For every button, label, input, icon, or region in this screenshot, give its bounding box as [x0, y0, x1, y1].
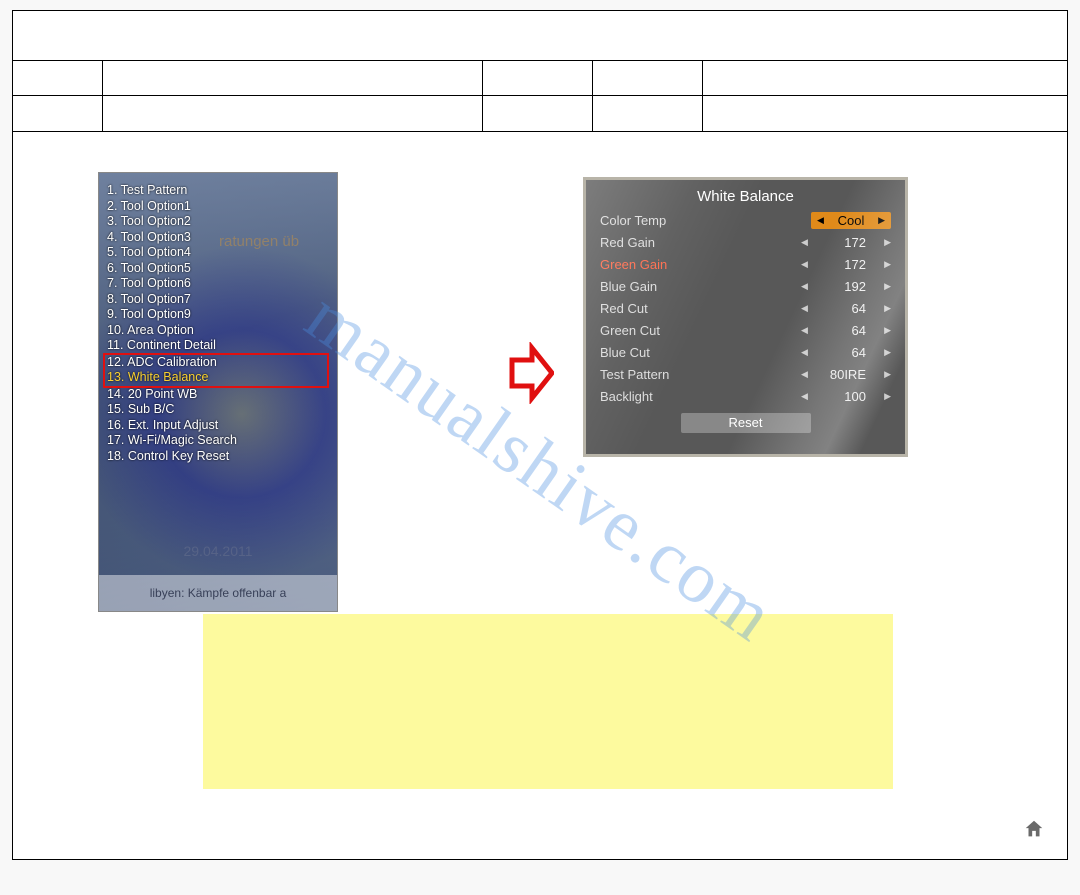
service-menu-item[interactable]: 14. 20 Point WB	[107, 387, 329, 403]
news-ticker: libyen: Kämpfe offenbar a	[99, 575, 337, 611]
service-menu-item[interactable]: 1. Test Pattern	[107, 183, 329, 199]
wb-setting-row[interactable]: Green Cut◀64▶	[586, 319, 905, 341]
service-menu-item[interactable]: 8. Tool Option7	[107, 292, 329, 308]
service-menu-item[interactable]: 12. ADC Calibration	[107, 355, 325, 371]
wb-setting-label: Test Pattern	[600, 367, 801, 382]
wb-setting-control[interactable]: ◀64▶	[801, 301, 891, 316]
wb-setting-label: Blue Cut	[600, 345, 801, 360]
wb-setting-row[interactable]: Red Cut◀64▶	[586, 297, 905, 319]
wb-setting-control[interactable]: ◀172▶	[801, 235, 891, 250]
wb-setting-control[interactable]: ◀64▶	[801, 323, 891, 338]
wb-setting-control[interactable]: ◀100▶	[801, 389, 891, 404]
wb-setting-row[interactable]: Backlight◀100▶	[586, 385, 905, 407]
wb-title: White Balance	[586, 180, 905, 209]
wb-setting-control[interactable]: ◀80IRE▶	[801, 367, 891, 382]
wb-setting-row[interactable]: Green Gain◀172▶	[586, 253, 905, 275]
service-menu-item[interactable]: 13. White Balance	[107, 370, 325, 386]
service-menu-item[interactable]: 9. Tool Option9	[107, 307, 329, 323]
left-tv-screenshot: ratungen üb 1. Test Pattern2. Tool Optio…	[98, 172, 338, 612]
wb-reset-button[interactable]: Reset	[681, 413, 811, 433]
service-menu-item[interactable]: 11. Continent Detail	[107, 338, 329, 354]
document-page: manualshive.com ratungen üb 1. Test Patt…	[12, 10, 1068, 860]
service-menu-item[interactable]: 3. Tool Option2	[107, 214, 329, 230]
service-menu-item[interactable]: 10. Area Option	[107, 323, 329, 339]
red-selection-box: 12. ADC Calibration13. White Balance	[103, 353, 329, 388]
wb-setting-label: Red Gain	[600, 235, 801, 250]
wb-setting-control[interactable]: ◀192▶	[801, 279, 891, 294]
wb-setting-control[interactable]: ◀64▶	[801, 345, 891, 360]
content-area: manualshive.com ratungen üb 1. Test Patt…	[13, 132, 1067, 860]
service-menu-item[interactable]: 16. Ext. Input Adjust	[107, 418, 329, 434]
service-menu-item[interactable]: 18. Control Key Reset	[107, 449, 329, 465]
header-table	[13, 11, 1067, 132]
service-menu-item[interactable]: 2. Tool Option1	[107, 199, 329, 215]
wb-setting-label: Red Cut	[600, 301, 801, 316]
service-menu-item[interactable]: 17. Wi-Fi/Magic Search	[107, 433, 329, 449]
wb-setting-control[interactable]: ◀172▶	[801, 257, 891, 272]
service-menu-item[interactable]: 6. Tool Option5	[107, 261, 329, 277]
red-arrow-icon	[508, 342, 554, 404]
service-menu-item[interactable]: 5. Tool Option4	[107, 245, 329, 261]
service-menu-item[interactable]: 15. Sub B/C	[107, 402, 329, 418]
wb-setting-label: Color Temp	[600, 213, 811, 228]
wb-setting-row[interactable]: Color Temp◀Cool▶	[586, 209, 905, 231]
wb-setting-row[interactable]: Blue Gain◀192▶	[586, 275, 905, 297]
service-menu-list: 1. Test Pattern2. Tool Option13. Tool Op…	[107, 183, 329, 464]
wb-setting-row[interactable]: Blue Cut◀64▶	[586, 341, 905, 363]
wb-setting-row[interactable]: Red Gain◀172▶	[586, 231, 905, 253]
wb-setting-label: Backlight	[600, 389, 801, 404]
service-menu-item[interactable]: 4. Tool Option3	[107, 230, 329, 246]
wb-setting-row[interactable]: Test Pattern◀80IRE▶	[586, 363, 905, 385]
yellow-highlight-box	[203, 614, 893, 789]
wb-setting-label: Blue Gain	[600, 279, 801, 294]
wb-setting-control[interactable]: ◀Cool▶	[811, 212, 891, 229]
wb-setting-label: Green Gain	[600, 257, 801, 272]
service-menu-item[interactable]: 7. Tool Option6	[107, 276, 329, 292]
white-balance-screenshot: White Balance Color Temp◀Cool▶Red Gain◀1…	[583, 177, 908, 457]
overlay-date: 29.04.2011	[183, 543, 252, 559]
wb-setting-label: Green Cut	[600, 323, 801, 338]
home-icon[interactable]	[1023, 818, 1045, 840]
